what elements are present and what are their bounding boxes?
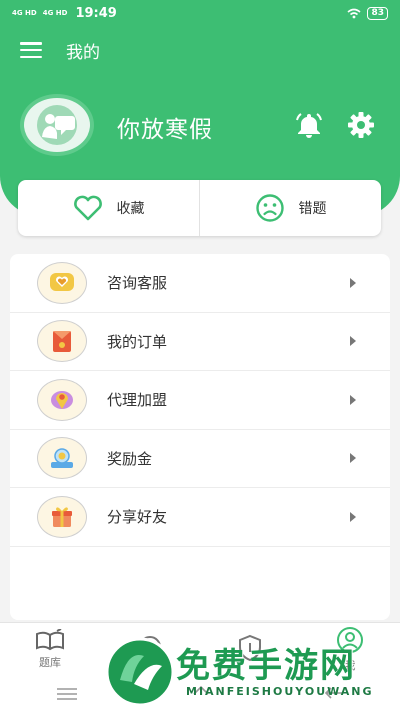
user-chat-icon (37, 105, 77, 145)
menu-nav-icon[interactable] (57, 687, 78, 700)
list-item-customer-service[interactable]: 咨询客服 (10, 254, 390, 313)
mistakes-button[interactable]: 错题 (200, 180, 381, 236)
network-indicator-1: 4G HD (12, 9, 37, 17)
tab-label: 题库 (39, 656, 61, 669)
list-item-share[interactable]: 分享好友 (10, 488, 390, 547)
avatar[interactable] (20, 94, 94, 156)
tab-question-bank[interactable]: 题库 (0, 623, 100, 676)
hamburger-menu-icon[interactable] (20, 42, 42, 58)
chevron-right-icon (350, 394, 356, 405)
heart-chat-icon (37, 261, 87, 304)
reward-icon (37, 437, 87, 480)
mistakes-label: 错题 (298, 201, 327, 217)
list-item-label: 代理加盟 (107, 391, 168, 410)
favorites-label: 收藏 (116, 201, 145, 217)
gear-icon[interactable] (346, 110, 376, 140)
page-title: 我的 (66, 42, 100, 63)
list-item-label: 奖励金 (107, 449, 153, 468)
list-item-agency[interactable]: 代理加盟 (10, 371, 390, 430)
sad-face-icon (255, 194, 284, 222)
watermark-title: 免费手游网 (176, 646, 356, 686)
bell-icon[interactable] (294, 110, 324, 140)
quick-actions-card: 收藏 错题 (18, 180, 381, 236)
order-envelope-icon (37, 320, 87, 363)
book-icon (36, 629, 64, 651)
list-item-label: 咨询客服 (107, 274, 168, 293)
clock: 19:49 (75, 5, 117, 21)
gift-icon (37, 495, 87, 538)
status-bar: 4G HD 4G HD 19:49 83 (0, 0, 400, 26)
menu-list: 咨询客服 我的订单 代理加盟 奖励金 分享好友 (10, 254, 390, 620)
favorites-button[interactable]: 收藏 (18, 180, 199, 236)
list-item-rewards[interactable]: 奖励金 (10, 430, 390, 488)
heart-icon (73, 195, 102, 221)
chevron-right-icon (350, 511, 356, 522)
chevron-right-icon (350, 336, 356, 347)
watermark-logo (105, 637, 175, 707)
list-item-label: 我的订单 (107, 332, 168, 351)
chevron-right-icon (350, 277, 356, 288)
list-item-label: 分享好友 (107, 508, 168, 527)
username[interactable]: 你放寒假 (117, 110, 213, 144)
network-indicator-2: 4G HD (42, 9, 68, 17)
list-item-my-orders[interactable]: 我的订单 (10, 313, 390, 371)
battery-indicator: 83 (367, 6, 388, 20)
watermark: 免费手游网 MIANFEISHOUYOUWANG (104, 622, 400, 711)
wifi-icon (347, 8, 361, 18)
chevron-right-icon (350, 453, 356, 464)
location-pin-icon (37, 378, 87, 421)
app-bar: 我的 (0, 26, 400, 74)
watermark-subtitle: MIANFEISHOUYOUWANG (186, 685, 374, 698)
